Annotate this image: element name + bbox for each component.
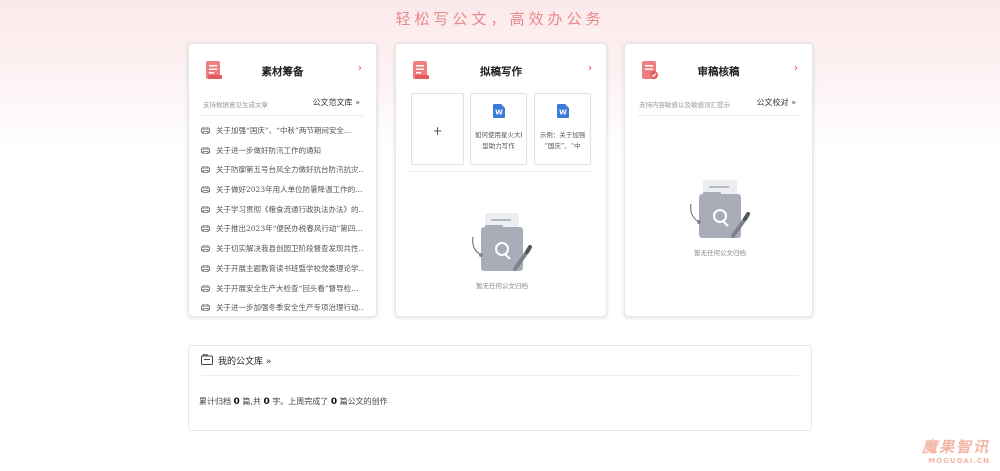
doc-list-item-title: 关于进一步做好防汛工作的通知 — [216, 145, 321, 155]
my-library-title: 我的公文库 » — [218, 357, 272, 367]
drafting-card-title: 拟稿写作 — [480, 66, 522, 78]
doc-list-item[interactable]: 关于进一步做好防汛工作的通知 — [201, 142, 364, 162]
doc-list-item[interactable]: 关于做好2023年用人单位防暑降温工作的通知 — [201, 181, 364, 201]
doc-list-item[interactable]: 关于切实解决我县创园卫阶段督查发现共性… — [201, 240, 364, 260]
doc-list-item-title: 关于推出2023年“便民办税春风行动”第四… — [216, 224, 363, 234]
word-document-icon: W — [556, 104, 569, 118]
draft-tile-example[interactable]: W 示例：关于加强 “国庆”、“中 — [534, 93, 591, 165]
material-card: 素材筹备 › 支持根据意见生成文章 公文范文库 » 关于加强“国庆”、“中秋”两… — [188, 43, 377, 317]
divider — [408, 171, 594, 172]
plus-icon: + — [432, 124, 443, 138]
svg-text:W: W — [559, 109, 567, 117]
empty-archive-illustration-icon — [472, 213, 532, 271]
doc-list-item-title: 关于开展安全生产大检查“回头看”督导检… — [216, 283, 359, 293]
draft-tile-guide[interactable]: W 如何使用星火大模 型助力写作 — [470, 93, 527, 165]
printer-icon — [201, 127, 210, 134]
review-card: 审稿核稿 › 支持内容敏感以及敏感词汇提示 公文校对 » 暂无任何公文归档 — [624, 43, 813, 317]
template-library-link[interactable]: 公文范文库 » — [313, 97, 360, 108]
doc-list-item-title: 关于学习贯彻《粮食流通行政执法办法》的… — [216, 204, 364, 214]
doc-list-item[interactable]: 关于开展安全生产大检查“回头看”督导检… — [201, 280, 364, 300]
printer-icon — [201, 245, 210, 253]
my-library-header[interactable]: 我的公文库 » — [201, 346, 799, 376]
chevron-right-icon[interactable]: › — [588, 63, 592, 74]
chevron-right-icon[interactable]: › — [358, 63, 362, 74]
doc-list-item[interactable]: 关于推出2023年“便民办税春风行动”第四… — [201, 220, 364, 240]
material-doc-list: 关于加强“国庆”、“中秋”两节期间安全… 关于进一步做好防汛工作的通知关于防御第五… — [201, 122, 364, 319]
doc-list-item[interactable]: 关于加强“国庆”、“中秋”两节期间安全… — [201, 122, 364, 142]
draft-tile-text: 示例：关于加强 “国庆”、“中 — [539, 131, 586, 150]
printer-icon — [201, 166, 210, 174]
library-stats: 累计归档 0 篇,共 0 字。上周完成了 0 篇公文的创作 — [199, 397, 388, 407]
proofread-link[interactable]: 公文校对 » — [757, 97, 796, 108]
doc-list-item-title: 关于做好2023年用人单位防暑降温工作的通知 — [216, 185, 364, 195]
drafting-card-header[interactable]: 拟稿写作 › — [396, 44, 606, 94]
word-count: 0 — [263, 397, 270, 407]
review-card-title: 审稿核稿 — [697, 66, 740, 78]
svg-text:W: W — [495, 109, 503, 117]
new-draft-tile[interactable]: + — [411, 93, 464, 165]
printer-icon — [201, 264, 210, 272]
doc-list-item-title: 关于进一步加强冬季安全生产专项治理行动… — [216, 303, 364, 313]
doc-list-item[interactable]: 关于开展主题教育读书班暨学校党委理论学… — [201, 260, 364, 280]
empty-archive-illustration-icon — [690, 180, 750, 238]
review-hint: 支持内容敏感以及敏感词汇提示 — [639, 101, 730, 109]
chevron-right-icon[interactable]: › — [794, 63, 798, 74]
printer-icon — [201, 186, 210, 194]
material-card-title: 素材筹备 — [261, 66, 304, 78]
review-card-header[interactable]: 审稿核稿 › — [625, 44, 812, 94]
doc-list-item-title: 关于防御第五号台风全力做好抗台防汛抗灾… — [216, 165, 364, 175]
draft-tile-text: 如何使用星火大模 型助力写作 — [475, 131, 522, 150]
printer-icon — [201, 284, 210, 292]
material-subheader: 支持根据意见生成文章 公文范文库 » — [201, 94, 364, 116]
printer-icon — [201, 304, 210, 312]
printer-icon — [201, 225, 210, 233]
material-card-header[interactable]: 素材筹备 › — [189, 44, 376, 94]
my-library-card: 我的公文库 » 累计归档 0 篇,共 0 字。上周完成了 0 篇公文的创作 — [188, 345, 812, 431]
empty-state-text: 暂无任何公文归档 — [476, 282, 528, 290]
printer-icon — [201, 146, 210, 154]
folder-icon — [201, 354, 213, 365]
archived-count: 0 — [233, 397, 240, 407]
drafting-empty-state: 暂无任何公文归档 — [452, 209, 552, 290]
empty-state-text: 暂无任何公文归档 — [694, 249, 746, 257]
word-document-icon: W — [492, 104, 505, 118]
drafting-card: 拟稿写作 › + W 如何使用星火大模 型助力写作 W 示例：关于加强 “国庆”… — [395, 43, 607, 317]
doc-list-item[interactable]: 关于学习贯彻《粮食流通行政执法办法》的… — [201, 201, 364, 221]
week-count: 0 — [330, 397, 338, 407]
doc-list-item-title: 关于加强“国庆”、“中秋”两节期间安全… — [216, 126, 352, 135]
review-empty-state: 暂无任何公文归档 — [670, 176, 770, 257]
watermark-logo: 魔果智讯 MOGUOAI.CN — [921, 438, 990, 465]
doc-list-item[interactable]: 关于防御第五号台风全力做好抗台防汛抗灾… — [201, 161, 364, 181]
material-hint: 支持根据意见生成文章 — [203, 101, 268, 109]
doc-list-item-title: 关于开展主题教育读书班暨学校党委理论学… — [216, 263, 364, 273]
page-slogan: 轻松写公文，高效办公务 — [395, 10, 605, 28]
review-subheader: 支持内容敏感以及敏感词汇提示 公文校对 » — [637, 94, 800, 116]
doc-list-item[interactable]: 关于进一步加强冬季安全生产专项治理行动… — [201, 299, 364, 319]
printer-icon — [201, 205, 210, 213]
doc-list-item-title: 关于切实解决我县创园卫阶段督查发现共性… — [216, 244, 364, 254]
